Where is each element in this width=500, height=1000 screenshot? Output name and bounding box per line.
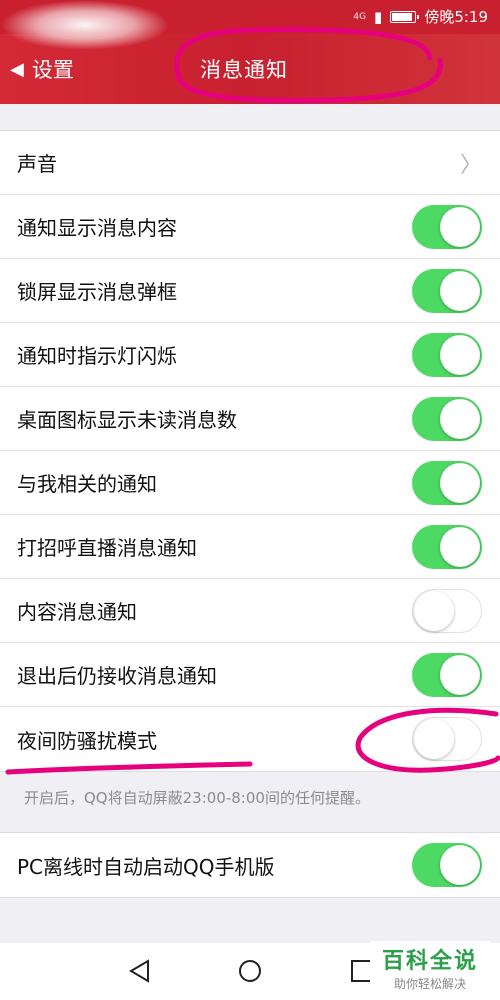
signal-indicator: 4G [353, 11, 367, 22]
toggle-knob [440, 398, 480, 439]
settings-group: 声音 〉通知显示消息内容 锁屏显示消息弹框 通知时指示灯闪烁桌面图标显示未读消息数 与我… [0, 130, 500, 772]
pc-offline-toggle[interactable] [412, 843, 482, 887]
setting-toggle[interactable] [412, 460, 482, 505]
toggle-knob [414, 719, 454, 759]
toggle-knob [440, 526, 480, 567]
setting-row: 退出后仍接收消息通知 [0, 643, 500, 707]
night-mode-hint: 开启后，QQ将自动屏蔽23:00-8:00间的任何提醒。 [24, 789, 370, 807]
chevron-right-icon: 〉 [459, 152, 482, 178]
status-right: 4G ▮ 傍晚5:19 [353, 6, 488, 27]
setting-label: 退出后仍接收消息通知 [17, 664, 217, 688]
setting-label: 内容消息通知 [17, 600, 137, 624]
setting-row: 与我相关的通知 [0, 451, 500, 515]
toggle-knob [440, 462, 480, 503]
toggle-knob [414, 590, 454, 631]
setting-toggle[interactable] [412, 524, 482, 569]
back-arrow-icon: ◀ [10, 58, 24, 80]
watermark-logo: 百科全说 助你轻松解决 [370, 941, 490, 1000]
nav-home-circle-icon[interactable] [238, 959, 262, 983]
decorative-glow [0, 0, 170, 50]
setting-toggle[interactable] [412, 268, 482, 313]
setting-toggle[interactable] [412, 332, 482, 377]
setting-row[interactable]: 声音 〉 [0, 131, 500, 195]
setting-row: 通知显示消息内容 [0, 195, 500, 259]
setting-toggle[interactable] [412, 652, 482, 697]
back-label: 设置 [31, 58, 74, 82]
back-button[interactable]: ◀ 设置 [10, 54, 74, 84]
nav-back-triangle-icon[interactable] [128, 959, 152, 983]
setting-row: 通知时指示灯闪烁 [0, 323, 500, 387]
page-title: 消息通知 [200, 58, 288, 82]
toggle-knob [440, 206, 480, 247]
toggle-knob [440, 270, 480, 311]
setting-label: 夜间防骚扰模式 [17, 728, 157, 753]
setting-label: 与我相关的通知 [17, 472, 157, 496]
setting-label: PC离线时自动启动QQ手机版 [17, 854, 275, 879]
setting-toggle[interactable] [412, 396, 482, 441]
battery-icon [390, 10, 420, 23]
setting-label: 锁屏显示消息弹框 [17, 280, 177, 304]
setting-label: 通知显示消息内容 [17, 216, 177, 240]
toggle-knob [440, 654, 480, 695]
setting-row: 夜间防骚扰模式 [0, 707, 500, 771]
setting-label: 声音 [17, 152, 57, 176]
setting-toggle[interactable] [412, 717, 482, 761]
setting-label: 通知时指示灯闪烁 [17, 344, 177, 368]
setting-label: 打招呼直播消息通知 [17, 536, 197, 560]
setting-toggle[interactable] [412, 204, 482, 249]
setting-row: 锁屏显示消息弹框 [0, 259, 500, 323]
setting-row: 内容消息通知 [0, 579, 500, 643]
setting-row: 桌面图标显示未读消息数 [0, 387, 500, 451]
toggle-knob [440, 334, 480, 375]
setting-row: 打招呼直播消息通知 [0, 515, 500, 579]
watermark-subtitle: 助你轻松解决 [393, 977, 466, 991]
setting-toggle[interactable] [412, 588, 482, 633]
signal-icon: ▮ [374, 7, 383, 26]
setting-row-pc-offline: PC离线时自动启动QQ手机版 [0, 833, 500, 897]
status-time: 傍晚5:19 [424, 8, 488, 26]
pc-offline-group: PC离线时自动启动QQ手机版 [0, 832, 500, 898]
nav-bar: ◀ 设置 消息通知 [0, 0, 500, 104]
setting-label: 桌面图标显示未读消息数 [17, 408, 237, 432]
watermark-title: 百科全说 [381, 949, 478, 974]
